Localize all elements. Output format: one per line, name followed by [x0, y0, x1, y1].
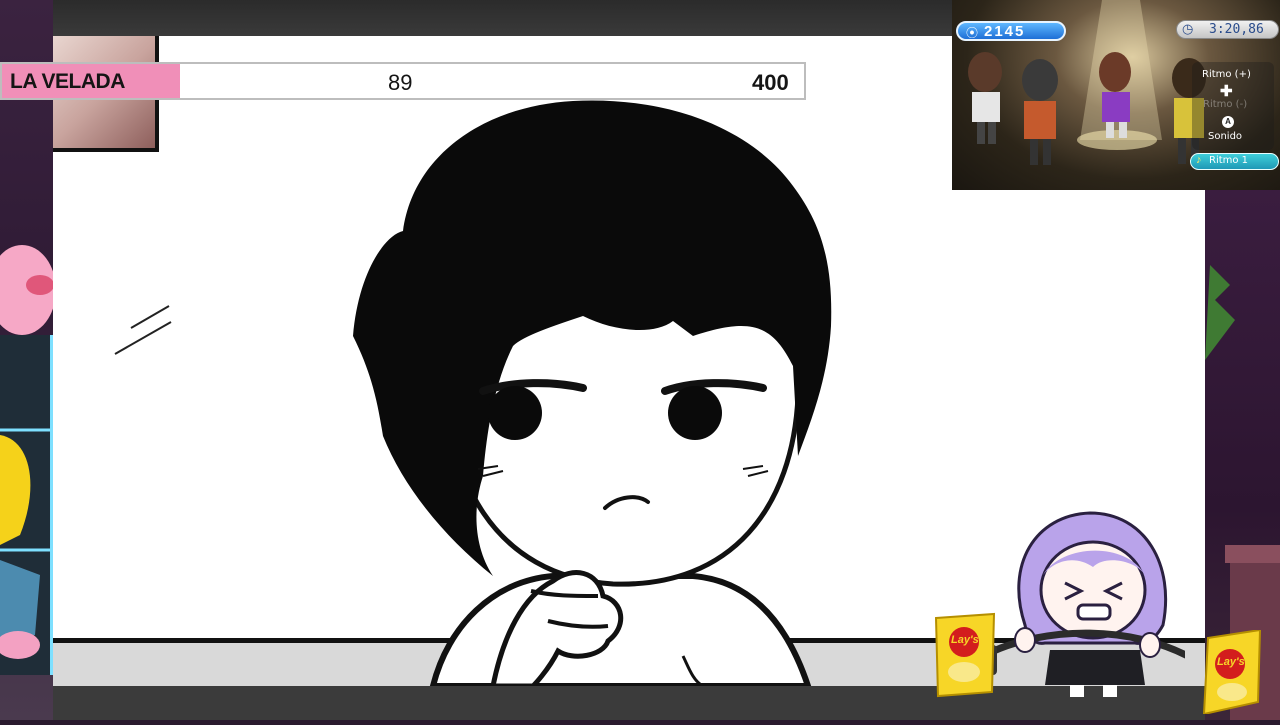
a-button-icon: A	[1222, 116, 1234, 128]
clock-icon: ◷	[1182, 21, 1194, 36]
music-note-icon: ♪	[1196, 154, 1202, 166]
mii-character-1	[968, 52, 1002, 144]
goal-current-value: 89	[388, 70, 413, 95]
menu-ritmo-minus[interactable]: Ritmo (-)	[1203, 99, 1247, 110]
chips-brand-right: Lay's	[1217, 656, 1245, 668]
chibi-weightlifter-sticker	[985, 511, 1185, 697]
footprint-icon: ⦿	[966, 26, 979, 40]
timer-badge: ◷ 3:20,86	[1176, 20, 1279, 39]
chips-bag-right: Lay's	[1198, 628, 1266, 716]
goal-progress-bar: LA VELADA 89 400	[0, 62, 806, 100]
top-bar	[53, 0, 952, 36]
lays-bag-icon	[934, 612, 996, 698]
chips-brand-left: Lay's	[951, 634, 979, 646]
menu-sonido[interactable]: Sonido	[1208, 131, 1242, 142]
score-badge: ⦿ 2145	[956, 21, 1066, 41]
selected-ritmo-label: Ritmo 1	[1209, 155, 1249, 166]
game-overlay: ⦿ 2145 ◷ 3:20,86 Ritmo (+) ✚ Ritmo (-) A…	[952, 0, 1280, 190]
plus-icon: ✚	[1220, 83, 1233, 100]
selected-ritmo-button[interactable]: ♪ Ritmo 1	[1190, 153, 1279, 170]
score-value: 2145	[984, 23, 1026, 40]
goal-label: LA VELADA	[10, 70, 125, 93]
timer-value: 3:20,86	[1209, 22, 1264, 37]
shelf	[0, 335, 53, 675]
goal-target-value: 400	[752, 70, 789, 95]
mii-character-2	[1022, 59, 1058, 165]
menu-ritmo-plus[interactable]: Ritmo (+)	[1202, 69, 1251, 80]
chips-bag-left: Lay's	[930, 612, 1000, 698]
lays-bag-icon	[1202, 628, 1262, 716]
shelf-items	[0, 335, 50, 675]
